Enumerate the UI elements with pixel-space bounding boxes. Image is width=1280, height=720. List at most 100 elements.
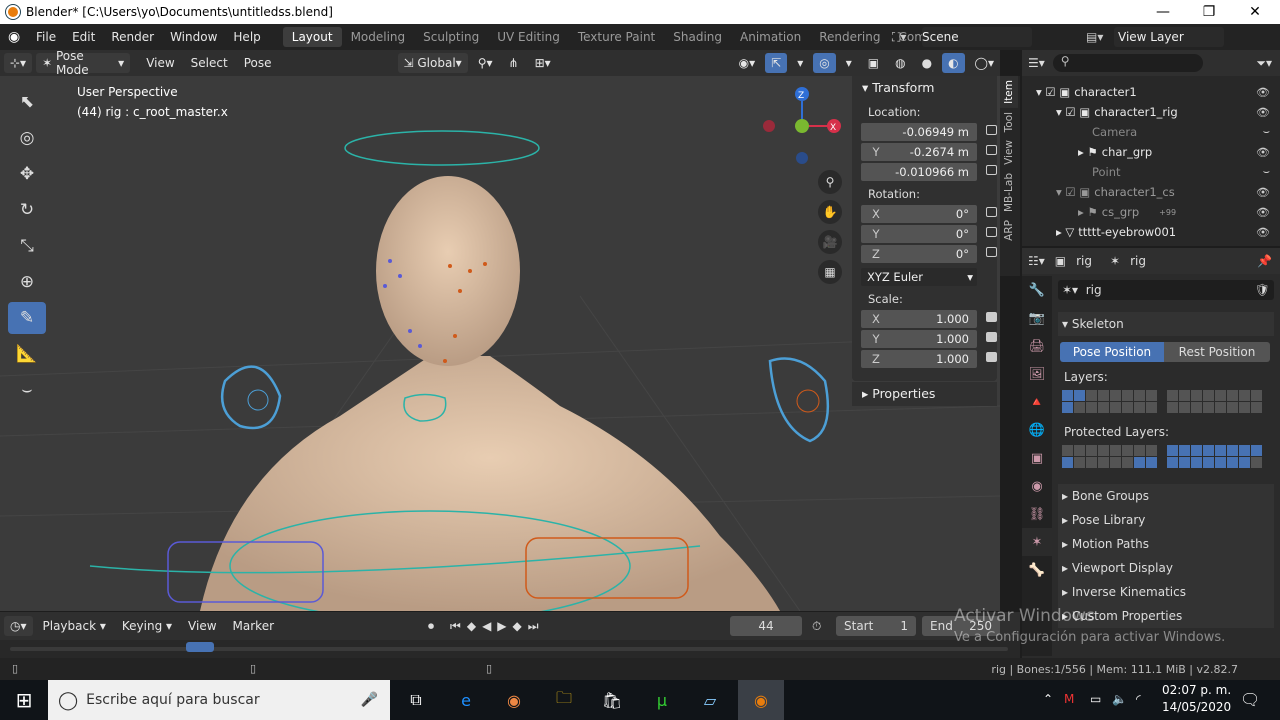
transform-tool-icon[interactable]: ⊕ xyxy=(8,266,46,298)
pose-position-button[interactable]: Pose Position xyxy=(1060,342,1164,362)
tab-layout[interactable]: Layout xyxy=(282,27,342,47)
annotate-tool-icon[interactable]: ✎ xyxy=(8,302,46,334)
select-menu[interactable]: Select xyxy=(185,53,234,73)
render-props-icon[interactable]: 📷 xyxy=(1022,304,1052,332)
store-icon[interactable]: 🛍 xyxy=(598,686,626,714)
eye-icon[interactable]: 👁 xyxy=(1256,226,1270,239)
gizmo-settings-icon[interactable]: ▾ xyxy=(791,53,809,73)
object-props-icon[interactable]: ▣ xyxy=(1022,444,1052,472)
lock-icon[interactable] xyxy=(986,145,997,155)
tray-chevron-icon[interactable]: ⌃ xyxy=(1043,692,1053,706)
rotate-tool-icon[interactable]: ↻ xyxy=(8,194,46,226)
menu-file[interactable]: File xyxy=(28,30,64,44)
viewport-display-panel[interactable]: ▸ Viewport Display xyxy=(1058,556,1274,580)
pan-hand-icon[interactable]: ✋ xyxy=(818,200,842,224)
outliner-search-input[interactable]: ⚲ xyxy=(1052,54,1203,72)
notifications-icon[interactable]: 🗨 xyxy=(1240,690,1260,709)
minimize-button[interactable]: — xyxy=(1140,0,1186,24)
cursor-tool-icon[interactable]: ◎ xyxy=(8,122,46,154)
rotation-mode-dropdown[interactable]: XYZ Euler ▾ xyxy=(861,268,977,286)
snap-icon[interactable]: ⋔ xyxy=(503,53,525,73)
constraint-props-icon[interactable]: ⛓ xyxy=(1022,500,1052,528)
stopwatch-icon[interactable]: ⏱ xyxy=(812,619,821,634)
utorrent-icon[interactable]: µ xyxy=(648,686,676,714)
properties-subpanel[interactable]: ▸ Properties xyxy=(852,382,997,406)
microphone-icon[interactable]: 🎤 xyxy=(361,692,378,708)
scene-selector[interactable]: Scene xyxy=(922,27,1032,47)
bone-groups-panel[interactable]: ▸ Bone Groups xyxy=(1058,484,1274,508)
edge-icon[interactable]: e xyxy=(452,686,480,714)
start-frame-field[interactable]: Start 1 xyxy=(836,616,916,636)
overlay-toggle-icon[interactable]: ◎ xyxy=(813,53,836,73)
menu-render[interactable]: Render xyxy=(103,30,162,44)
timeline-editor-icon[interactable]: ◷▾ xyxy=(4,616,33,636)
eye-closed-icon[interactable]: ⌣ xyxy=(1263,165,1270,179)
pivot-icon[interactable]: ⚲▾ xyxy=(472,53,499,73)
tab-item[interactable]: Item xyxy=(1000,76,1018,108)
armature-datablock-field[interactable]: ✶▾ rig 🛡 xyxy=(1058,280,1274,300)
jump-end-icon[interactable]: ⏭ xyxy=(528,619,539,634)
task-view-icon[interactable]: ⧉ xyxy=(402,686,430,714)
shading-wireframe-icon[interactable]: ◍ xyxy=(889,53,911,73)
jump-start-icon[interactable]: ⏮ xyxy=(450,619,461,634)
play-icon[interactable]: ▶ xyxy=(497,619,506,634)
eye-closed-icon[interactable]: ⌣ xyxy=(1263,125,1270,139)
fake-user-icon[interactable]: 🛡 xyxy=(1255,283,1274,297)
tab-tool[interactable]: Tool xyxy=(1000,108,1018,136)
close-button[interactable]: ✕ xyxy=(1232,0,1278,24)
scale-z-field[interactable]: Z 1.000 xyxy=(861,350,997,368)
mode-dropdown[interactable]: ✶ Pose Mode ▾ xyxy=(36,49,131,77)
network-icon[interactable]: ◜ xyxy=(1136,692,1141,706)
playhead[interactable] xyxy=(186,642,214,652)
gizmo-toggle-icon[interactable]: ⇱ xyxy=(765,53,788,73)
inverse-kinematics-panel[interactable]: ▸ Inverse Kinematics xyxy=(1058,580,1274,604)
world-props-icon[interactable]: 🌐 xyxy=(1022,416,1052,444)
next-keyframe-icon[interactable]: ◆ xyxy=(513,619,522,634)
notepad-icon[interactable]: ▱ xyxy=(696,686,724,714)
playback-menu[interactable]: Playback ▾ xyxy=(37,616,112,636)
lock-icon[interactable] xyxy=(986,332,997,342)
eye-icon[interactable]: 👁 xyxy=(1256,146,1270,159)
windows-start-icon[interactable]: ⊞ xyxy=(10,686,38,714)
properties-editor-icon[interactable]: ☷▾ xyxy=(1028,254,1045,268)
lock-icon[interactable] xyxy=(986,125,997,135)
lock-icon[interactable] xyxy=(986,312,997,322)
transform-header[interactable]: ▾ Transform xyxy=(852,76,997,99)
3d-viewport[interactable]: Z X ⬉ ◎ ✥ ↻ ⤡ ⊕ ✎ 📐 ⌣ User Perspective (… xyxy=(0,76,1000,611)
record-icon[interactable]: ⏺ xyxy=(428,619,434,634)
volume-icon[interactable]: 🔈 xyxy=(1112,692,1127,706)
rotation-x-field[interactable]: X 0° xyxy=(861,205,997,223)
filter-icon[interactable]: ⏷▾ xyxy=(1256,56,1280,71)
pin-icon[interactable]: 📌 xyxy=(1257,254,1280,268)
pose-library-panel[interactable]: ▸ Pose Library xyxy=(1058,508,1274,532)
outliner-row[interactable]: Point ⌣ xyxy=(1022,162,1280,182)
editor-type-button[interactable]: ⊹▾ xyxy=(4,53,33,73)
motion-paths-panel[interactable]: ▸ Motion Paths xyxy=(1058,532,1274,556)
tab-modeling[interactable]: Modeling xyxy=(342,27,415,47)
skeleton-header[interactable]: ▾ Skeleton xyxy=(1058,312,1274,336)
scene-props-icon[interactable]: 🔺 xyxy=(1022,388,1052,416)
measure-tool-icon[interactable]: 📐 xyxy=(8,338,46,370)
current-frame-field[interactable]: 44 xyxy=(730,616,802,636)
outliner-row[interactable]: Camera ⌣ xyxy=(1022,122,1280,142)
outliner-row[interactable]: ▸ ▽ ttttt-eyebrow001 👁 xyxy=(1022,222,1280,242)
xray-icon[interactable]: ▣ xyxy=(862,53,885,73)
tab-shading[interactable]: Shading xyxy=(664,27,731,47)
camera-icon[interactable]: 🎥 xyxy=(818,230,842,254)
protected-layers-grid[interactable] xyxy=(1062,445,1274,468)
location-y-field[interactable]: Y -0.2674 m xyxy=(861,143,997,161)
outliner-row[interactable]: ▾ ☑ ▣ character1_cs 👁 xyxy=(1022,182,1280,202)
shading-solid-icon[interactable]: ● xyxy=(916,53,938,73)
lock-icon[interactable] xyxy=(986,207,997,217)
armature-data-icon[interactable]: ✶ xyxy=(1022,528,1052,556)
scale-y-field[interactable]: Y 1.000 xyxy=(861,330,997,348)
view-menu[interactable]: View xyxy=(140,53,180,73)
zoom-icon[interactable]: ⚲ xyxy=(818,170,842,194)
taskbar-search[interactable]: ◯ Escribe aquí para buscar 🎤 xyxy=(48,680,390,720)
scale-x-field[interactable]: X 1.000 xyxy=(861,310,997,328)
clock-time[interactable]: 02:07 p. m. xyxy=(1162,683,1231,697)
rest-position-button[interactable]: Rest Position xyxy=(1164,342,1270,362)
snap-settings-icon[interactable]: ⊞▾ xyxy=(529,53,557,73)
battery-icon[interactable]: ▭ xyxy=(1090,692,1101,706)
layers-grid[interactable] xyxy=(1062,390,1274,413)
